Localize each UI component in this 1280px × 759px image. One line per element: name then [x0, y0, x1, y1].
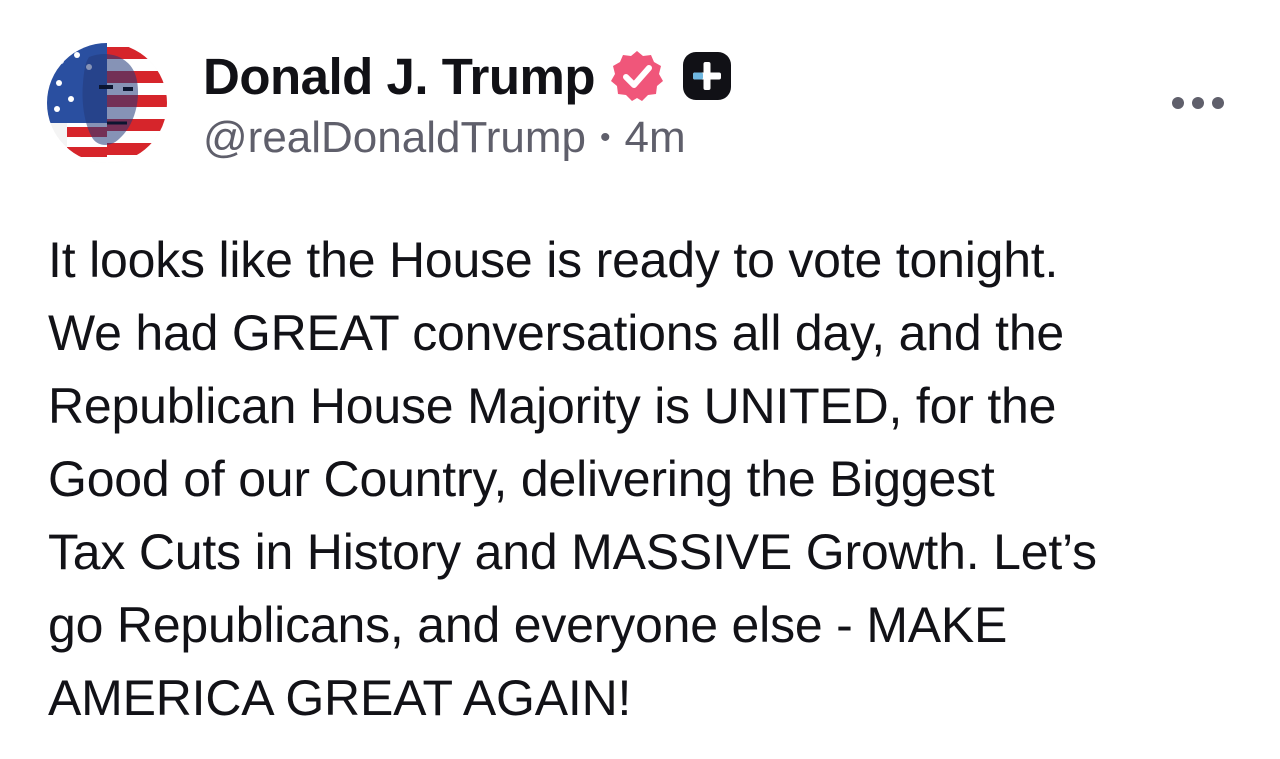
author-name-row: Donald J. Trump [203, 44, 735, 108]
post-card: Donald J. Trump @realDonaldTrump • 4m It… [0, 0, 1280, 759]
post-body-line: AMERICA GREAT AGAIN! [48, 670, 632, 726]
post-body-line: Tax Cuts in History and MASSIVE Growth. … [48, 524, 1097, 580]
post-body-line: Republican House Majority is UNITED, for… [48, 378, 1057, 434]
avatar-image [47, 43, 167, 163]
post-body-line: go Republicans, and everyone else - MAKE [48, 597, 1008, 653]
post-body-line: Good of our Country, delivering the Bigg… [48, 451, 995, 507]
meta-separator: • [599, 121, 611, 154]
author-handle[interactable]: @realDonaldTrump [203, 113, 586, 163]
post-body-line: We had GREAT conversations all day, and … [48, 305, 1065, 361]
post-body: It looks like the House is ready to vote… [48, 224, 1258, 735]
plus-badge-icon [679, 48, 735, 104]
post-timestamp[interactable]: 4m [624, 113, 685, 163]
post-body-line: It looks like the House is ready to vote… [48, 232, 1059, 288]
author-avatar[interactable] [47, 43, 167, 163]
author-meta-row: @realDonaldTrump • 4m [203, 110, 686, 166]
author-display-name[interactable]: Donald J. Trump [203, 47, 596, 106]
more-options-icon[interactable] [1168, 88, 1228, 118]
verified-badge-icon [609, 48, 665, 104]
